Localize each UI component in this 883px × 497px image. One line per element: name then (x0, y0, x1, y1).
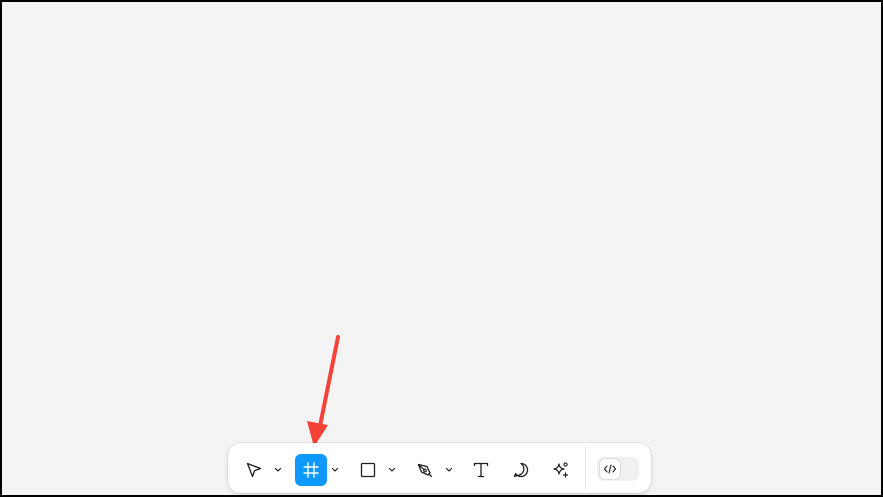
text-tool-button[interactable] (465, 454, 497, 486)
rectangle-icon (360, 462, 376, 478)
toolbar (228, 443, 651, 493)
move-tool-menu-chevron[interactable] (272, 462, 284, 478)
shape-tool-menu-chevron[interactable] (386, 462, 398, 478)
move-tool-button[interactable] (238, 454, 270, 486)
text-icon (473, 462, 489, 478)
comment-bubble-icon (513, 462, 529, 478)
pen-icon (417, 463, 433, 478)
chevron-down-icon (445, 467, 453, 472)
actions-button[interactable] (545, 454, 577, 486)
dev-mode-toggle[interactable] (597, 457, 639, 481)
toolbar-divider (585, 447, 586, 489)
frame-tool-button[interactable] (295, 454, 327, 486)
sparkle-icon (553, 462, 569, 478)
pen-tool-button[interactable] (409, 454, 441, 486)
comment-tool-button[interactable] (505, 454, 537, 486)
chevron-down-icon (331, 467, 339, 472)
annotation-arrow (307, 335, 340, 447)
code-brackets-icon (603, 464, 617, 474)
chevron-down-icon (274, 467, 282, 472)
cursor-arrow-icon (246, 462, 262, 478)
chevron-down-icon (388, 467, 396, 472)
shape-tool-button[interactable] (352, 454, 384, 486)
dev-mode-toggle-knob (599, 458, 621, 480)
pen-tool-menu-chevron[interactable] (443, 462, 455, 478)
frame-hash-icon (303, 462, 319, 478)
canvas[interactable] (0, 0, 883, 497)
frame-tool-menu-chevron[interactable] (329, 462, 341, 478)
